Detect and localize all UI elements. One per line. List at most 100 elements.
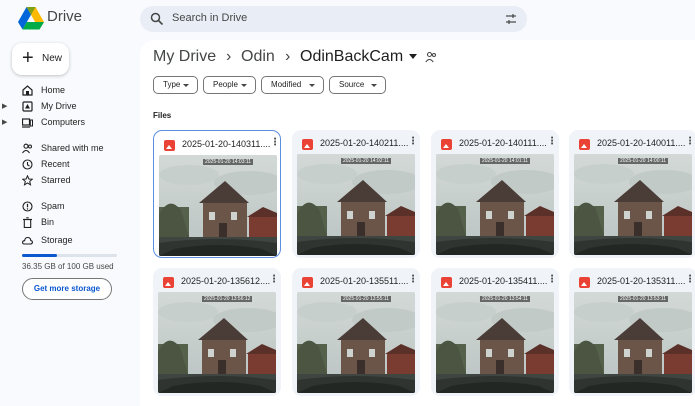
search-icon[interactable] <box>150 12 164 26</box>
more-options-icon[interactable]: ⋮ <box>547 274 557 285</box>
folder-dropdown-icon[interactable] <box>409 54 417 59</box>
filter-source-chip[interactable]: Source <box>329 76 386 94</box>
search-bar[interactable]: Search in Drive <box>140 6 527 32</box>
sidebar-item-label: Spam <box>41 201 65 211</box>
breadcrumb-odin[interactable]: Odin <box>241 48 275 66</box>
timestamp-overlay: 2025-01-20 13:55:11 <box>341 296 392 302</box>
sidebar-item-shared[interactable]: Shared with me <box>0 141 135 157</box>
chevron-down-icon <box>309 84 315 87</box>
timestamp-overlay: 2025-01-20 14:01:11 <box>480 158 531 164</box>
file-card[interactable]: 2025-01-20-135311.... ⋮ 2025-01-20 13:53… <box>569 268 695 396</box>
file-card[interactable]: 2025-01-20-140311.... ⋮ 2025-01-20 14:03… <box>153 130 281 258</box>
file-thumbnail[interactable]: 2025-01-20 13:55:11 <box>297 292 415 393</box>
more-options-icon[interactable]: ⋮ <box>408 136 418 147</box>
sidebar-item-label: My Drive <box>41 101 77 111</box>
image-file-icon <box>164 140 175 151</box>
sidebar-item-recent[interactable]: Recent <box>0 157 135 173</box>
home-icon <box>22 85 33 96</box>
new-button-label: New <box>42 53 63 64</box>
more-options-icon[interactable]: ⋮ <box>685 136 695 147</box>
file-thumbnail[interactable]: 2025-01-20 14:03:11 <box>159 155 277 256</box>
spam-icon <box>22 201 33 212</box>
sidebar-item-label: Storage <box>41 235 73 245</box>
chevron-down-icon <box>241 84 247 87</box>
more-options-icon[interactable]: ⋮ <box>408 274 418 285</box>
main-content: My Drive › Odin › OdinBackCam Type Peopl… <box>140 40 695 406</box>
file-card[interactable]: 2025-01-20-140211.... ⋮ 2025-01-20 14:02… <box>292 130 420 258</box>
sidebar-item-my-drive[interactable]: ▶ My Drive <box>0 99 135 115</box>
file-thumbnail[interactable]: 2025-01-20 14:00:11 <box>574 154 692 255</box>
timestamp-overlay: 2025-01-20 14:00:11 <box>618 158 669 164</box>
get-more-storage-button[interactable]: Get more storage <box>22 278 112 300</box>
new-button[interactable]: + New <box>12 43 69 75</box>
file-thumbnail[interactable]: 2025-01-20 14:01:11 <box>436 154 554 255</box>
file-name: 2025-01-20-140311.... <box>182 139 271 149</box>
sidebar: + New Home ▶ My Drive ▶ Computers Shared… <box>0 40 140 406</box>
image-file-icon <box>579 277 590 288</box>
computers-icon <box>22 118 33 128</box>
file-name: 2025-01-20-140011.... <box>597 138 686 148</box>
filter-type-chip[interactable]: Type <box>153 76 198 94</box>
file-thumbnail[interactable]: 2025-01-20 13:53:11 <box>574 292 692 393</box>
filter-chip-label: Modified <box>271 80 302 89</box>
thumbnail-image <box>436 292 554 393</box>
drive-logo-icon[interactable] <box>18 6 44 30</box>
file-card[interactable]: 2025-01-20-135612.... ⋮ 2025-01-20 13:56… <box>153 268 281 396</box>
breadcrumb-my-drive[interactable]: My Drive <box>153 48 216 66</box>
search-input[interactable]: Search in Drive <box>172 12 247 24</box>
file-name: 2025-01-20-140111.... <box>459 138 547 148</box>
file-card[interactable]: 2025-01-20-140011.... ⋮ 2025-01-20 14:00… <box>569 130 695 258</box>
sidebar-item-home[interactable]: Home <box>0 83 135 99</box>
thumbnail-image <box>297 292 415 393</box>
storage-progress-fill <box>22 254 57 257</box>
breadcrumb-separator: › <box>226 48 232 65</box>
image-file-icon <box>441 139 452 150</box>
sidebar-item-computers[interactable]: ▶ Computers <box>0 115 135 131</box>
cloud-icon <box>22 236 33 245</box>
image-file-icon <box>302 277 313 288</box>
shared-folder-icon <box>425 51 436 63</box>
files-heading: Files <box>153 111 172 120</box>
search-options-icon[interactable] <box>504 12 518 26</box>
timestamp-overlay: 2025-01-20 13:56:12 <box>202 296 253 302</box>
sidebar-item-starred[interactable]: Starred <box>0 173 135 189</box>
filter-modified-chip[interactable]: Modified <box>261 76 324 94</box>
sidebar-item-label: Starred <box>41 175 71 185</box>
breadcrumb-current-folder[interactable]: OdinBackCam <box>300 48 403 66</box>
expand-caret-icon[interactable]: ▶ <box>2 102 7 110</box>
more-options-icon[interactable]: ⋮ <box>685 274 695 285</box>
file-thumbnail[interactable]: 2025-01-20 14:02:11 <box>297 154 415 255</box>
image-file-icon <box>441 277 452 288</box>
more-options-icon[interactable]: ⋮ <box>269 274 279 285</box>
thumbnail-image <box>574 292 692 393</box>
bin-icon <box>23 217 32 228</box>
sidebar-item-bin[interactable]: Bin <box>0 215 135 231</box>
file-name: 2025-01-20-135411.... <box>459 276 548 286</box>
more-options-icon[interactable]: ⋮ <box>547 136 557 147</box>
storage-usage-text: 36.35 GB of 100 GB used <box>22 262 114 271</box>
thumbnail-image <box>436 154 554 255</box>
file-thumbnail[interactable]: 2025-01-20 13:56:12 <box>158 292 276 393</box>
sidebar-item-label: Home <box>41 85 66 95</box>
more-options-icon[interactable]: ⋮ <box>270 137 280 148</box>
breadcrumb-separator: › <box>285 48 291 65</box>
filter-chip-label: Type <box>163 80 181 89</box>
filter-chip-label: People <box>213 80 238 89</box>
storage-progress-bar <box>22 254 117 257</box>
file-name: 2025-01-20-135612.... <box>181 276 271 286</box>
file-card[interactable]: 2025-01-20-135411.... ⋮ 2025-01-20 13:54… <box>431 268 559 396</box>
file-thumbnail[interactable]: 2025-01-20 13:54:11 <box>436 292 554 393</box>
clock-icon <box>22 159 33 170</box>
file-card[interactable]: 2025-01-20-140111.... ⋮ 2025-01-20 14:01… <box>431 130 559 258</box>
plus-icon: + <box>22 47 34 69</box>
file-card[interactable]: 2025-01-20-135511.... ⋮ 2025-01-20 13:55… <box>292 268 420 396</box>
chevron-down-icon <box>183 84 189 87</box>
get-more-storage-label: Get more storage <box>33 284 101 293</box>
filter-people-chip[interactable]: People <box>203 76 256 94</box>
sidebar-item-spam[interactable]: Spam <box>0 199 135 215</box>
chevron-down-icon <box>371 84 377 87</box>
timestamp-overlay: 2025-01-20 14:03:11 <box>203 159 254 165</box>
sidebar-item-storage[interactable]: Storage <box>0 233 135 249</box>
expand-caret-icon[interactable]: ▶ <box>2 118 7 126</box>
file-name: 2025-01-20-135511.... <box>320 276 409 286</box>
